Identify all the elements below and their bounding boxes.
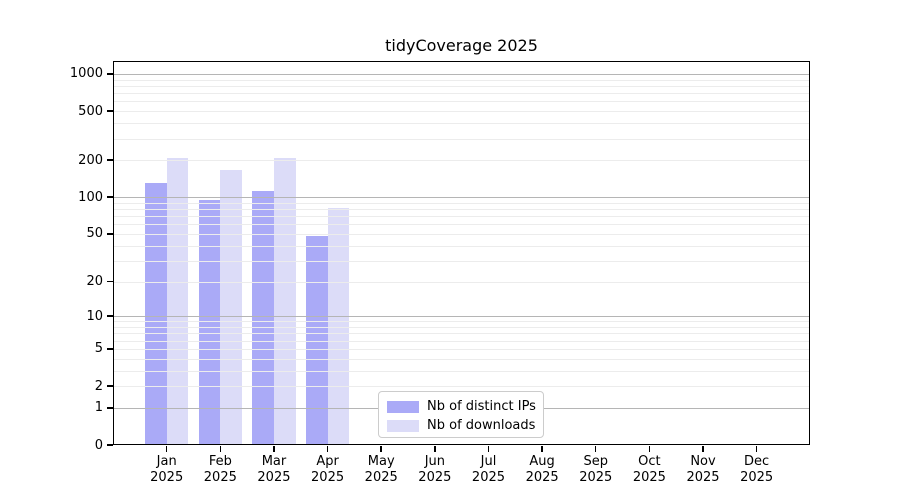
y-tick-label-0: 0 xyxy=(94,437,103,453)
minor-gridline-7 xyxy=(113,333,810,335)
x-tick-label-may: May 2025 xyxy=(364,454,398,485)
x-tick-mark-jan xyxy=(165,445,168,452)
x-tick-mark-jul xyxy=(487,445,490,452)
x-tick-mark-apr xyxy=(326,445,329,452)
minor-gridline-6 xyxy=(113,340,810,342)
x-tick-mark-feb xyxy=(219,445,222,452)
minor-gridline-40 xyxy=(113,245,810,247)
minor-gridline-70 xyxy=(113,216,810,218)
bar-downloads-jan xyxy=(166,157,189,445)
minor-gridline-700 xyxy=(113,93,810,95)
legend-label-distinct-ips: Nb of distinct IPs xyxy=(427,399,536,414)
bar-downloads-feb xyxy=(220,169,242,445)
chart-title: tidyCoverage 2025 xyxy=(385,36,538,55)
minor-gridline-3 xyxy=(113,370,810,372)
y-tick-label-1: 1 xyxy=(94,400,103,416)
x-tick-label-jul: Jul 2025 xyxy=(471,454,506,485)
minor-gridline-400 xyxy=(113,123,810,125)
distinct-ips-swatch xyxy=(387,400,419,413)
x-tick-mark-nov xyxy=(702,445,704,452)
x-tick-mark-may xyxy=(380,445,382,452)
major-gridline-10 xyxy=(113,316,810,318)
minor-gridline-900 xyxy=(113,79,810,81)
x-tick-label-mar: Mar 2025 xyxy=(257,454,291,485)
y-tick-label-100: 100 xyxy=(78,189,103,205)
minor-gridline-80 xyxy=(113,209,810,211)
y-tick-label-5: 5 xyxy=(94,341,103,357)
y-tick-label-1000: 1000 xyxy=(69,66,103,82)
x-tick-label-sep: Sep 2025 xyxy=(579,454,613,485)
x-tick-mark-oct xyxy=(648,445,651,452)
x-tick-label-aug: Aug 2025 xyxy=(525,454,559,485)
x-tick-mark-mar xyxy=(273,445,275,452)
legend-item-distinct-ips: Nb of distinct IPs xyxy=(387,398,536,415)
minor-gridline-9 xyxy=(113,321,810,323)
minor-gridline-300 xyxy=(113,138,810,140)
minor-gridline-30 xyxy=(113,260,810,262)
minor-gridline-800 xyxy=(113,85,810,87)
x-tick-label-jun: Jun 2025 xyxy=(418,454,452,485)
minor-gridline-4 xyxy=(113,358,810,360)
x-tick-label-feb: Feb 2025 xyxy=(203,454,237,485)
minor-gridline-60 xyxy=(113,224,810,226)
minor-gridline-600 xyxy=(113,101,810,103)
y-tick-label-50: 50 xyxy=(86,226,103,242)
minor-gridline-8 xyxy=(113,327,810,328)
x-tick-mark-jun xyxy=(434,445,436,452)
legend-label-downloads: Nb of downloads xyxy=(427,418,536,433)
plot-area xyxy=(113,61,810,445)
x-tick-mark-sep xyxy=(594,445,597,452)
minor-gridline-90 xyxy=(113,202,810,204)
downloads-swatch xyxy=(387,419,419,432)
minor-gridline-5 xyxy=(113,348,810,350)
minor-gridline-200 xyxy=(113,160,810,162)
major-gridline-100 xyxy=(113,197,810,199)
y-tick-label-10: 10 xyxy=(86,308,103,324)
figure: tidyCoverage 2025 0 1 2 5 10 20 50 100 200 500 100… xyxy=(0,0,900,500)
x-tick-label-jan: Jan 2025 xyxy=(150,454,184,485)
x-tick-label-dec: Dec 2025 xyxy=(740,454,774,485)
legend-item-downloads: Nb of downloads xyxy=(387,417,535,434)
minor-gridline-50 xyxy=(113,233,810,235)
y-tick-mark-0 xyxy=(107,444,113,446)
x-tick-label-apr: Apr 2025 xyxy=(311,454,345,485)
y-tick-label-500: 500 xyxy=(78,103,103,119)
major-gridline-1000 xyxy=(113,73,810,75)
minor-gridline-2 xyxy=(113,386,810,387)
legend: Nb of distinct IPs Nb of downloads xyxy=(378,391,544,438)
y-tick-label-20: 20 xyxy=(86,274,103,289)
y-tick-label-200: 200 xyxy=(78,152,103,168)
y-tick-label-2: 2 xyxy=(94,378,103,394)
bar-distinct-ips-jan xyxy=(145,183,167,445)
x-tick-mark-dec xyxy=(755,445,758,452)
x-tick-label-nov: Nov 2025 xyxy=(686,454,720,485)
x-tick-label-oct: Oct 2025 xyxy=(632,454,666,485)
x-tick-mark-aug xyxy=(541,445,543,452)
bar-downloads-mar xyxy=(273,157,296,445)
minor-gridline-20 xyxy=(113,281,810,283)
minor-gridline-500 xyxy=(113,111,810,113)
